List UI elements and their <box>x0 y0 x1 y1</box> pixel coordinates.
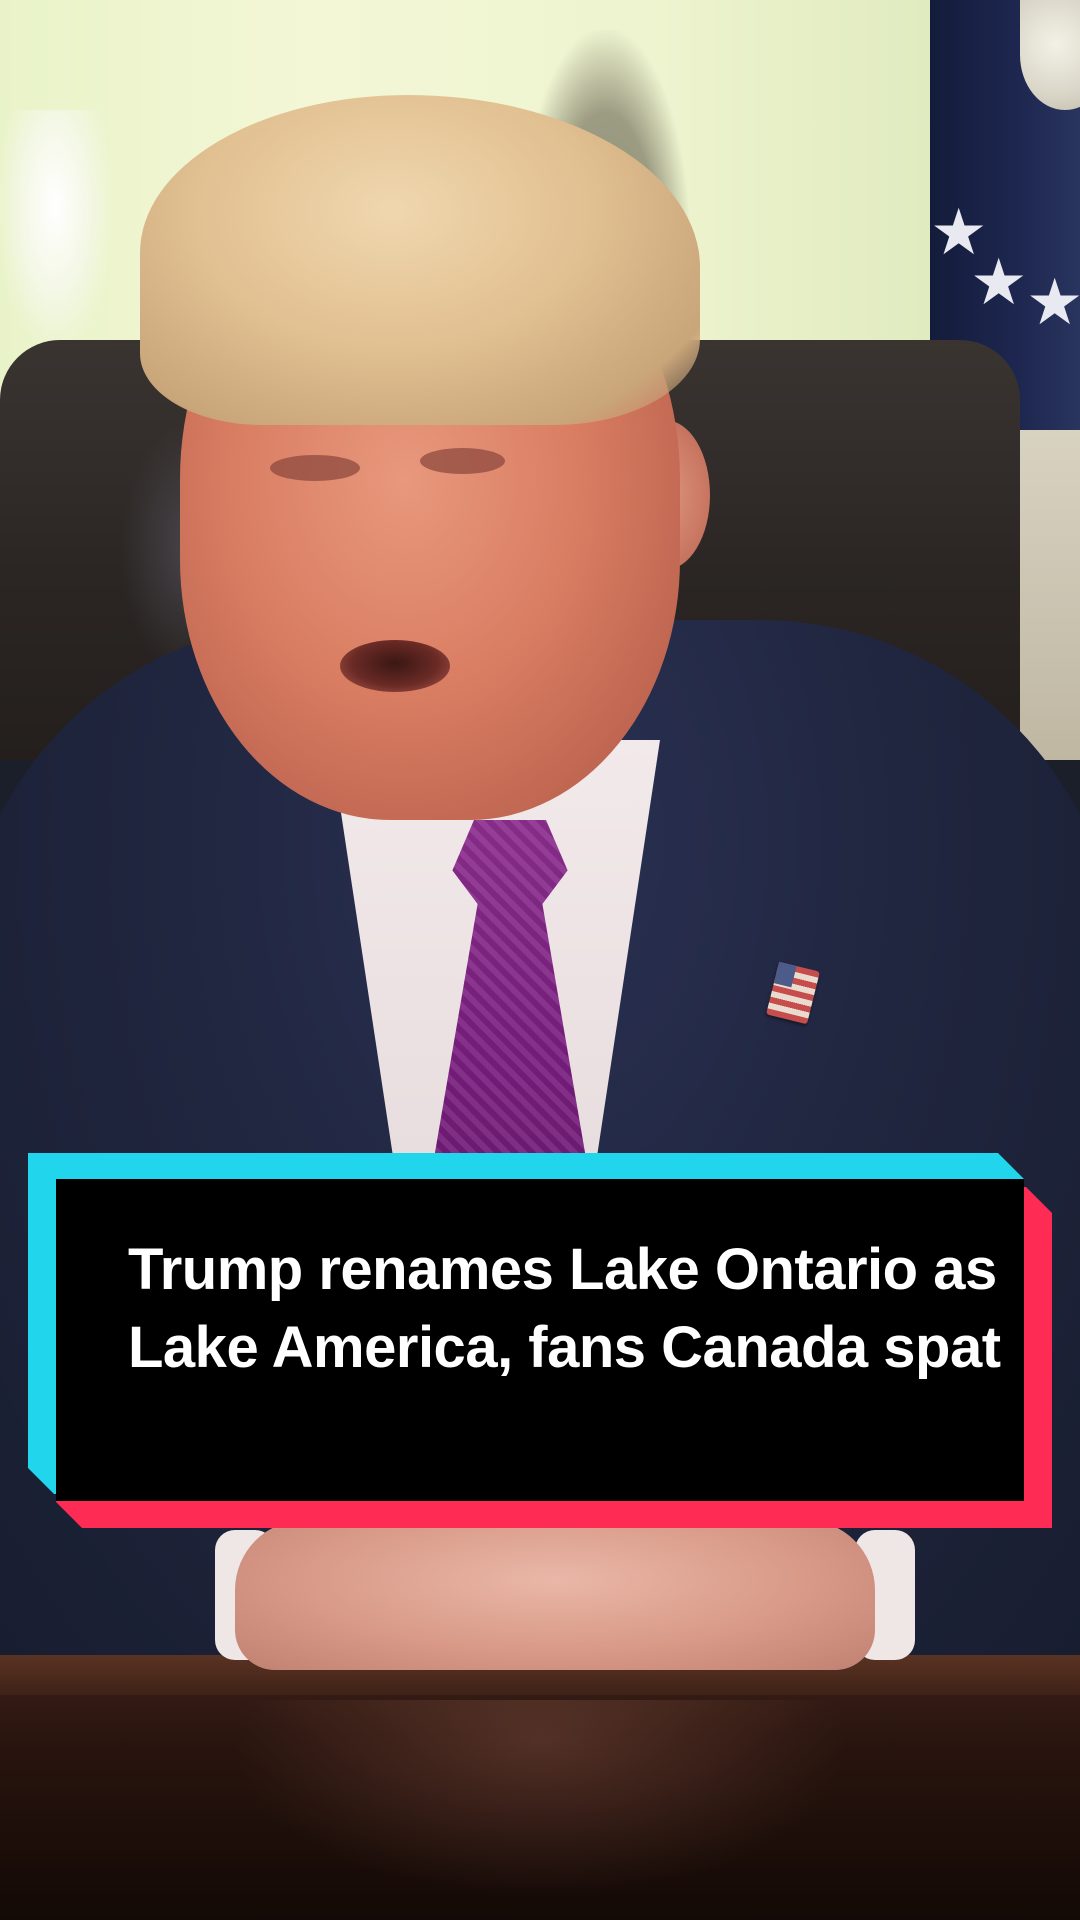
caption-card: Trump renames Lake Ontario as Lake Ameri… <box>28 1153 1052 1528</box>
flag-star-icon: ★ <box>970 246 1028 318</box>
subject-eye-right <box>420 448 505 474</box>
background-lamp <box>0 110 110 350</box>
subject-eye-left <box>270 455 360 481</box>
caption-background: Trump renames Lake Ontario as Lake Ameri… <box>56 1179 1024 1501</box>
desk-reflection <box>230 1700 850 1900</box>
video-frame[interactable]: ★ ★ ★ Trump renames Lake Ontario as Lake… <box>0 0 1080 1920</box>
caption-text: Trump renames Lake Ontario as Lake Ameri… <box>128 1237 1001 1380</box>
subject-hands <box>235 1520 875 1670</box>
flag-star-icon: ★ <box>1026 266 1080 338</box>
subject-mouth <box>340 640 450 692</box>
background-wall-right <box>1010 430 1080 760</box>
